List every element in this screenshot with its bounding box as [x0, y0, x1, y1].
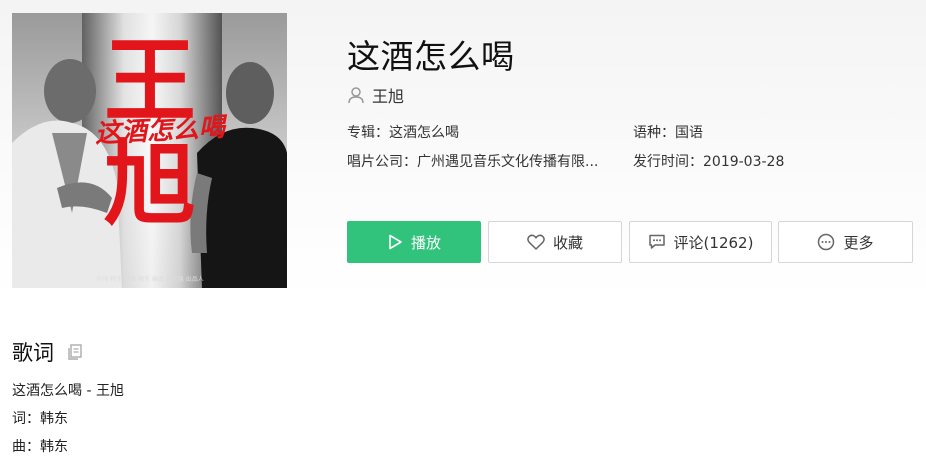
language-info: 语种：国语 [633, 122, 703, 142]
lyrics-section-title: 歌词 [12, 337, 84, 367]
more-button[interactable]: 更多 [778, 221, 913, 263]
language-label: 语种： [633, 125, 675, 141]
release-info: 发行时间：2019-03-28 [633, 151, 784, 171]
lyric-line: 曲：韩东 [12, 439, 68, 455]
company-value: 广州遇见音乐文化传播有限... [417, 154, 599, 170]
album-label: 专辑： [347, 125, 389, 141]
play-icon [389, 234, 402, 250]
release-label: 发行时间： [633, 154, 703, 170]
album-info: 专辑：这酒怎么喝 [347, 122, 459, 142]
company-label: 唱片公司： [347, 154, 417, 170]
album-cover[interactable]: 王 旭 这酒怎么喝 作词 韩东 作曲 韩东 编曲 赵文强 出品人 [12, 13, 287, 288]
artist-row[interactable]: 王旭 [347, 84, 404, 106]
lyrics-heading: 歌词 [12, 341, 54, 365]
play-label: 播放 [410, 233, 441, 252]
cover-credits: 作词 韩东 作曲 韩东 编曲 赵文强 出品人 [96, 275, 203, 283]
lyric-line: 这酒怎么喝 - 王旭 [12, 383, 124, 399]
more-icon [818, 233, 835, 251]
release-date: 2019-03-28 [703, 154, 785, 170]
user-icon [348, 87, 364, 104]
language-value: 国语 [675, 125, 703, 141]
comment-button[interactable]: 评论(1262) [629, 221, 772, 263]
album-cover-art: 王 旭 这酒怎么喝 作词 韩东 作曲 韩东 编曲 赵文强 出品人 [12, 13, 287, 288]
artist-name[interactable]: 王旭 [372, 83, 404, 107]
favorite-button[interactable]: 收藏 [488, 221, 622, 263]
copy-icon[interactable] [66, 343, 84, 361]
favorite-label: 收藏 [552, 233, 583, 252]
lyric-line: 词：韩东 [12, 411, 68, 427]
more-label: 更多 [843, 233, 874, 252]
company-info: 唱片公司：广州遇见音乐文化传播有限... [347, 151, 598, 171]
comment-icon [648, 234, 665, 249]
song-title: 这酒怎么喝 [347, 37, 515, 76]
heart-icon [527, 234, 545, 250]
comment-label: 评论(1262) [673, 233, 754, 252]
album-link[interactable]: 这酒怎么喝 [389, 125, 459, 141]
play-button[interactable]: 播放 [347, 221, 481, 263]
